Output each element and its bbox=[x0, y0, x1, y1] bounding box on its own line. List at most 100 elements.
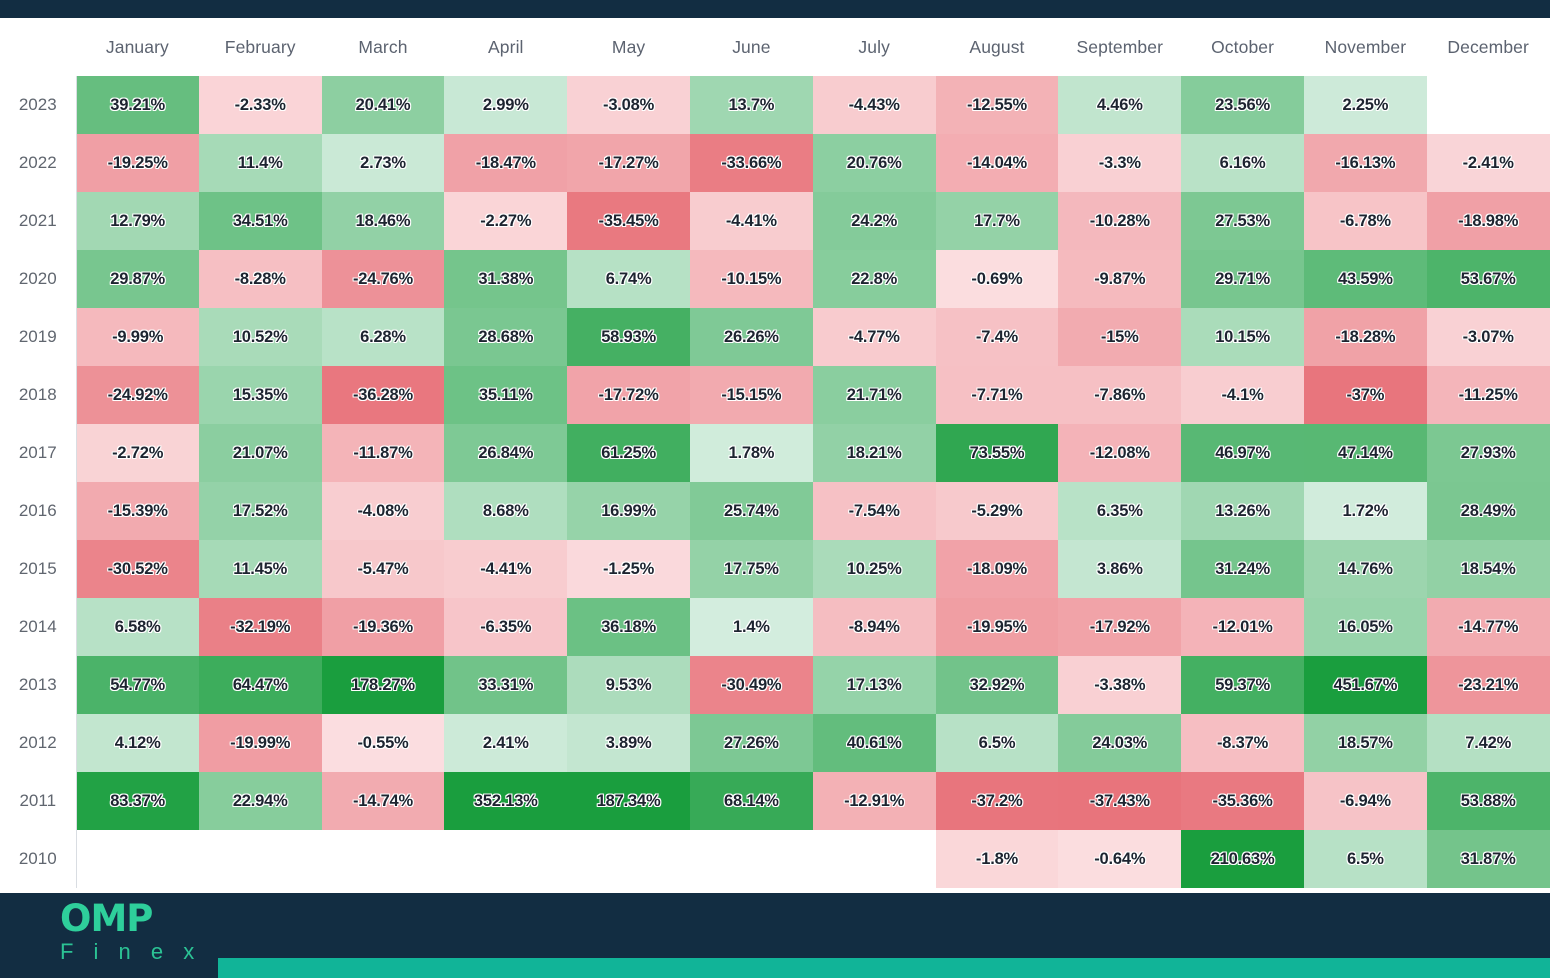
heatmap-cell-2016-october[interactable]: 13.26% bbox=[1181, 482, 1304, 540]
heatmap-cell-2018-october[interactable]: -4.1% bbox=[1181, 366, 1304, 424]
heatmap-cell-2011-june[interactable]: 68.14% bbox=[689, 772, 813, 830]
heatmap-cell-2012-november[interactable]: 18.57% bbox=[1303, 714, 1427, 772]
heatmap-cell-2013-january[interactable]: 54.77% bbox=[76, 656, 199, 714]
heatmap-cell-2017-november[interactable]: 47.14% bbox=[1303, 424, 1427, 482]
heatmap-cell-2020-april[interactable]: 31.38% bbox=[444, 250, 568, 308]
heatmap-cell-2013-november[interactable]: 451.67% bbox=[1303, 656, 1427, 714]
heatmap-cell-2020-february[interactable]: -8.28% bbox=[198, 250, 322, 308]
heatmap-cell-2016-november[interactable]: 1.72% bbox=[1303, 482, 1427, 540]
heatmap-cell-2022-november[interactable]: -16.13% bbox=[1303, 134, 1427, 192]
heatmap-cell-2017-july[interactable]: 18.21% bbox=[812, 424, 936, 482]
heatmap-cell-2013-march[interactable]: 178.27% bbox=[321, 656, 445, 714]
heatmap-cell-2021-october[interactable]: 27.53% bbox=[1181, 192, 1304, 250]
heatmap-cell-2012-july[interactable]: 40.61% bbox=[812, 714, 936, 772]
heatmap-cell-2022-may[interactable]: -17.27% bbox=[567, 134, 690, 192]
heatmap-cell-2023-june[interactable]: 13.7% bbox=[689, 76, 813, 134]
heatmap-cell-2017-january[interactable]: -2.72% bbox=[76, 424, 199, 482]
heatmap-cell-2013-august[interactable]: 32.92% bbox=[935, 656, 1059, 714]
heatmap-cell-2014-august[interactable]: -19.95% bbox=[935, 598, 1059, 656]
heatmap-cell-2010-january[interactable] bbox=[76, 830, 199, 888]
heatmap-cell-2016-july[interactable]: -7.54% bbox=[812, 482, 936, 540]
heatmap-cell-2022-june[interactable]: -33.66% bbox=[689, 134, 813, 192]
heatmap-cell-2012-march[interactable]: -0.55% bbox=[321, 714, 445, 772]
heatmap-cell-2023-september[interactable]: 4.46% bbox=[1058, 76, 1182, 134]
heatmap-cell-2019-september[interactable]: -15% bbox=[1058, 308, 1182, 366]
heatmap-cell-2011-december[interactable]: 53.88% bbox=[1426, 772, 1550, 830]
heatmap-cell-2020-december[interactable]: 53.67% bbox=[1426, 250, 1550, 308]
heatmap-cell-2023-december[interactable] bbox=[1426, 76, 1550, 134]
heatmap-cell-2022-january[interactable]: -19.25% bbox=[76, 134, 199, 192]
heatmap-cell-2010-december[interactable]: 31.87% bbox=[1426, 830, 1550, 888]
heatmap-cell-2018-january[interactable]: -24.92% bbox=[76, 366, 199, 424]
heatmap-cell-2010-february[interactable] bbox=[198, 830, 322, 888]
heatmap-cell-2019-august[interactable]: -7.4% bbox=[935, 308, 1059, 366]
heatmap-cell-2010-june[interactable] bbox=[689, 830, 813, 888]
heatmap-cell-2015-may[interactable]: -1.25% bbox=[567, 540, 690, 598]
heatmap-cell-2020-october[interactable]: 29.71% bbox=[1181, 250, 1304, 308]
heatmap-cell-2017-december[interactable]: 27.93% bbox=[1426, 424, 1550, 482]
heatmap-cell-2022-september[interactable]: -3.3% bbox=[1058, 134, 1182, 192]
heatmap-cell-2018-december[interactable]: -11.25% bbox=[1426, 366, 1550, 424]
heatmap-cell-2013-december[interactable]: -23.21% bbox=[1426, 656, 1550, 714]
heatmap-cell-2019-november[interactable]: -18.28% bbox=[1303, 308, 1427, 366]
heatmap-cell-2023-october[interactable]: 23.56% bbox=[1181, 76, 1304, 134]
heatmap-cell-2023-february[interactable]: -2.33% bbox=[198, 76, 322, 134]
heatmap-cell-2010-november[interactable]: 6.5% bbox=[1303, 830, 1427, 888]
heatmap-cell-2019-june[interactable]: 26.26% bbox=[689, 308, 813, 366]
heatmap-cell-2018-may[interactable]: -17.72% bbox=[567, 366, 690, 424]
heatmap-cell-2016-december[interactable]: 28.49% bbox=[1426, 482, 1550, 540]
heatmap-cell-2012-april[interactable]: 2.41% bbox=[444, 714, 568, 772]
heatmap-cell-2013-april[interactable]: 33.31% bbox=[444, 656, 568, 714]
heatmap-cell-2016-august[interactable]: -5.29% bbox=[935, 482, 1059, 540]
heatmap-cell-2013-september[interactable]: -3.38% bbox=[1058, 656, 1182, 714]
heatmap-cell-2012-june[interactable]: 27.26% bbox=[689, 714, 813, 772]
heatmap-cell-2011-may[interactable]: 187.34% bbox=[567, 772, 690, 830]
heatmap-cell-2019-january[interactable]: -9.99% bbox=[76, 308, 199, 366]
heatmap-cell-2022-march[interactable]: 2.73% bbox=[321, 134, 445, 192]
heatmap-cell-2019-march[interactable]: 6.28% bbox=[321, 308, 445, 366]
heatmap-cell-2016-may[interactable]: 16.99% bbox=[567, 482, 690, 540]
heatmap-cell-2021-february[interactable]: 34.51% bbox=[198, 192, 322, 250]
heatmap-cell-2018-august[interactable]: -7.71% bbox=[935, 366, 1059, 424]
heatmap-cell-2010-may[interactable] bbox=[567, 830, 690, 888]
heatmap-cell-2011-january[interactable]: 83.37% bbox=[76, 772, 199, 830]
heatmap-cell-2014-june[interactable]: 1.4% bbox=[689, 598, 813, 656]
heatmap-cell-2023-april[interactable]: 2.99% bbox=[444, 76, 568, 134]
heatmap-cell-2018-march[interactable]: -36.28% bbox=[321, 366, 445, 424]
heatmap-cell-2021-june[interactable]: -4.41% bbox=[689, 192, 813, 250]
heatmap-cell-2012-september[interactable]: 24.03% bbox=[1058, 714, 1182, 772]
heatmap-cell-2019-october[interactable]: 10.15% bbox=[1181, 308, 1304, 366]
heatmap-cell-2023-march[interactable]: 20.41% bbox=[321, 76, 445, 134]
heatmap-cell-2014-september[interactable]: -17.92% bbox=[1058, 598, 1182, 656]
heatmap-cell-2018-april[interactable]: 35.11% bbox=[444, 366, 568, 424]
heatmap-cell-2016-march[interactable]: -4.08% bbox=[321, 482, 445, 540]
heatmap-cell-2015-august[interactable]: -18.09% bbox=[935, 540, 1059, 598]
heatmap-cell-2021-july[interactable]: 24.2% bbox=[812, 192, 936, 250]
heatmap-cell-2020-june[interactable]: -10.15% bbox=[689, 250, 813, 308]
heatmap-cell-2021-september[interactable]: -10.28% bbox=[1058, 192, 1182, 250]
heatmap-cell-2017-october[interactable]: 46.97% bbox=[1181, 424, 1304, 482]
heatmap-cell-2020-july[interactable]: 22.8% bbox=[812, 250, 936, 308]
heatmap-cell-2020-november[interactable]: 43.59% bbox=[1303, 250, 1427, 308]
heatmap-cell-2013-october[interactable]: 59.37% bbox=[1181, 656, 1304, 714]
heatmap-cell-2016-april[interactable]: 8.68% bbox=[444, 482, 568, 540]
heatmap-cell-2018-september[interactable]: -7.86% bbox=[1058, 366, 1182, 424]
heatmap-cell-2018-june[interactable]: -15.15% bbox=[689, 366, 813, 424]
heatmap-cell-2017-may[interactable]: 61.25% bbox=[567, 424, 690, 482]
heatmap-cell-2014-april[interactable]: -6.35% bbox=[444, 598, 568, 656]
heatmap-cell-2023-november[interactable]: 2.25% bbox=[1303, 76, 1427, 134]
heatmap-cell-2017-march[interactable]: -11.87% bbox=[321, 424, 445, 482]
heatmap-cell-2012-december[interactable]: 7.42% bbox=[1426, 714, 1550, 772]
heatmap-cell-2022-april[interactable]: -18.47% bbox=[444, 134, 568, 192]
heatmap-cell-2020-march[interactable]: -24.76% bbox=[321, 250, 445, 308]
heatmap-cell-2021-january[interactable]: 12.79% bbox=[76, 192, 199, 250]
heatmap-cell-2013-february[interactable]: 64.47% bbox=[198, 656, 322, 714]
heatmap-cell-2015-january[interactable]: -30.52% bbox=[76, 540, 199, 598]
heatmap-cell-2010-march[interactable] bbox=[321, 830, 445, 888]
heatmap-cell-2016-february[interactable]: 17.52% bbox=[198, 482, 322, 540]
heatmap-cell-2019-april[interactable]: 28.68% bbox=[444, 308, 568, 366]
heatmap-cell-2011-february[interactable]: 22.94% bbox=[198, 772, 322, 830]
heatmap-cell-2015-april[interactable]: -4.41% bbox=[444, 540, 568, 598]
heatmap-cell-2019-december[interactable]: -3.07% bbox=[1426, 308, 1550, 366]
heatmap-cell-2023-august[interactable]: -12.55% bbox=[935, 76, 1059, 134]
